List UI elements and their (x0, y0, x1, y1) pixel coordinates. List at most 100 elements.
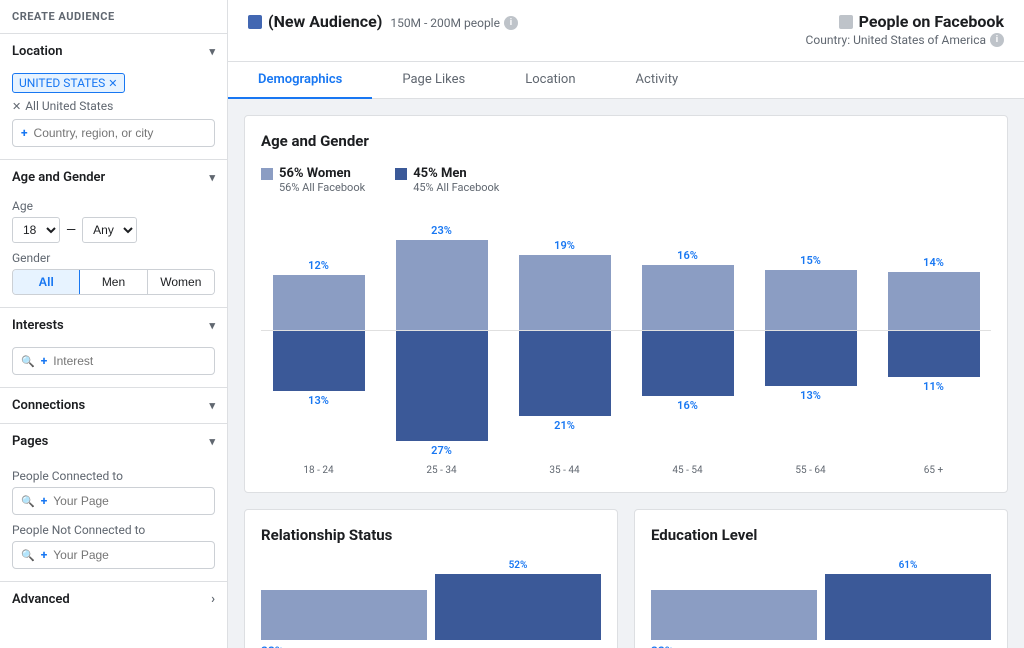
remove-location-icon[interactable]: ✕ (108, 77, 117, 90)
tab-bar: Demographics Page Likes Location Activit… (228, 62, 1024, 99)
age-max-select[interactable]: Any (82, 217, 137, 243)
women-pct-label: 23% (431, 224, 452, 237)
connections-section: Connections ▾ (0, 388, 227, 424)
people-on-fb-area: People on Facebook Country: United State… (806, 12, 1004, 47)
gender-men-button[interactable]: Men (80, 270, 147, 294)
main-header: (New Audience) 150M - 200M people i Peop… (228, 0, 1024, 62)
age-dash: — (66, 223, 76, 238)
location-content: UNITED STATES ✕ ✕ All United States + (0, 69, 227, 159)
sidebar: CREATE AUDIENCE Location ▾ UNITED STATES… (0, 0, 228, 648)
edu-bar-light (651, 590, 817, 640)
connections-label: Connections (12, 398, 85, 413)
age-gender-toggle[interactable]: Age and Gender ▾ (0, 160, 227, 195)
women-sub: 56% All Facebook (279, 181, 365, 194)
men-pct-label: 27% (431, 444, 452, 457)
women-color-icon (261, 168, 273, 180)
rel-pct-2: 52% (509, 560, 528, 571)
gender-label: Gender (12, 251, 215, 265)
location-input[interactable] (34, 126, 206, 140)
main-panel: (New Audience) 150M - 200M people i Peop… (228, 0, 1024, 648)
men-bar (888, 331, 980, 377)
bar-group-women: 16% (630, 210, 745, 330)
interests-content: 🔍 + (0, 343, 227, 387)
men-bar (273, 331, 365, 391)
audience-name-text: (New Audience) (268, 12, 382, 31)
rel-bar-dark (435, 574, 601, 640)
bar-age-label: 65 + (876, 461, 991, 476)
gender-women-button[interactable]: Women (148, 270, 214, 294)
legend-men: 45% Men 45% All Facebook (395, 166, 499, 194)
relationship-title: Relationship Status (261, 526, 601, 544)
interest-input-field[interactable]: 🔍 + (12, 347, 215, 375)
women-bars-row: 12% 23% 19% 16% 15% 14% (261, 210, 991, 330)
bars-area: 12% 23% 19% 16% 15% 14% 13% 27% 21% 16% (261, 210, 991, 476)
rel-bar-1 (261, 560, 427, 640)
edu-bottom-pct: 32% (651, 644, 991, 648)
search-icon: 🔍 (21, 355, 35, 368)
women-bar (519, 255, 611, 330)
tab-page-likes[interactable]: Page Likes (372, 62, 495, 99)
fb-info-icon[interactable]: i (990, 33, 1004, 47)
connections-toggle[interactable]: Connections ▾ (0, 388, 227, 423)
bar-group-men: 11% (876, 331, 991, 461)
age-gender-title: Age and Gender (261, 132, 991, 150)
interests-label: Interests (12, 318, 64, 333)
tab-activity[interactable]: Activity (606, 62, 709, 99)
advanced-label: Advanced (12, 592, 70, 607)
edu-bar-2: 61% (825, 560, 991, 640)
bar-group-women: 15% (753, 210, 868, 330)
tab-location[interactable]: Location (495, 62, 605, 99)
age-gender-content: Age 18 — Any Gender All Men Women (0, 195, 227, 307)
people-not-connected-label: People Not Connected to (12, 523, 215, 537)
your-page-field-2[interactable] (53, 548, 206, 562)
women-bar (642, 265, 734, 330)
gender-all-button[interactable]: All (13, 270, 80, 294)
your-page-input-2[interactable]: 🔍 + (12, 541, 215, 569)
legend-women: 56% Women 56% All Facebook (261, 166, 365, 194)
audience-info-icon[interactable]: i (504, 16, 518, 30)
fb-color-box (839, 15, 853, 29)
page-plus-icon-1: + (41, 494, 48, 508)
men-bar (519, 331, 611, 416)
bar-group-men: 13% (261, 331, 376, 461)
rel-bottom-pct: 28% (261, 644, 601, 648)
age-gender-label: Age and Gender (12, 170, 105, 185)
remove-all-icon[interactable]: ✕ (12, 100, 21, 113)
pages-chevron-icon: ▾ (209, 435, 215, 448)
bottom-charts-row: Relationship Status 52% 28% Education Le… (244, 509, 1008, 648)
location-input-field[interactable]: + (12, 119, 215, 147)
pages-toggle[interactable]: Pages ▾ (0, 424, 227, 459)
bar-age-label: 55 - 64 (753, 461, 868, 476)
tab-demographics[interactable]: Demographics (228, 62, 372, 99)
plus-icon: + (21, 126, 28, 140)
edu-pct-2: 61% (899, 560, 918, 571)
interests-toggle[interactable]: Interests ▾ (0, 308, 227, 343)
rel-bar-2: 52% (435, 560, 601, 640)
bar-group-women: 23% (384, 210, 499, 330)
interests-section: Interests ▾ 🔍 + (0, 308, 227, 388)
pages-label: Pages (12, 434, 48, 449)
interest-input[interactable] (53, 354, 206, 368)
men-pct-label: 16% (677, 399, 698, 412)
audience-sub: 150M - 200M people i (390, 16, 518, 30)
men-pct-label: 11% (923, 380, 944, 393)
men-pct-label: 21% (554, 419, 575, 432)
men-color-icon (395, 168, 407, 180)
age-min-select[interactable]: 18 (12, 217, 60, 243)
education-chart: Education Level 61% 32% (634, 509, 1008, 648)
men-bar (396, 331, 488, 441)
bar-labels-row: 18 - 2425 - 3435 - 4445 - 5455 - 6465 + (261, 461, 991, 476)
search-icon-2: 🔍 (21, 549, 35, 562)
men-bar (765, 331, 857, 386)
location-tags: UNITED STATES ✕ (12, 73, 215, 93)
age-gender-chevron-icon: ▾ (209, 171, 215, 184)
advanced-row[interactable]: Advanced › (0, 582, 227, 617)
your-page-field-1[interactable] (53, 494, 206, 508)
education-mini-chart: 61% (651, 560, 991, 640)
location-tag-us: UNITED STATES ✕ (12, 73, 125, 93)
connections-chevron-icon: ▾ (209, 399, 215, 412)
location-toggle[interactable]: Location ▾ (0, 34, 227, 69)
your-page-input-1[interactable]: 🔍 + (12, 487, 215, 515)
men-pct: 45% Men (413, 166, 466, 181)
interests-chevron-icon: ▾ (209, 319, 215, 332)
